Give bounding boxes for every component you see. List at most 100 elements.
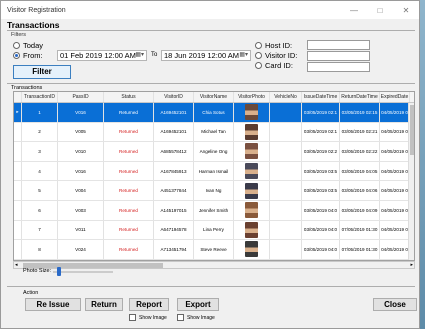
- transaction-id-cell[interactable]: 5: [22, 181, 58, 200]
- status-cell[interactable]: Returned: [104, 103, 154, 122]
- return-datetime-cell[interactable]: 07/05/2019 01:30: [340, 240, 380, 259]
- scroll-left-icon[interactable]: ◂: [15, 262, 18, 268]
- expired-date-cell[interactable]: 04/05/2019 0: [380, 142, 410, 161]
- column-header[interactable]: IssueDateTime: [302, 92, 340, 102]
- visitor-photo-cell[interactable]: [234, 122, 270, 142]
- filter-button[interactable]: Filter: [13, 65, 71, 79]
- maximize-button[interactable]: □: [367, 6, 393, 15]
- issue-datetime-cell[interactable]: 03/05/2019 02:1: [302, 103, 340, 122]
- return-datetime-cell[interactable]: 03/05/2019 04:06: [340, 181, 380, 200]
- return-datetime-cell[interactable]: 03/05/2019 04:05: [340, 161, 380, 181]
- transaction-id-cell[interactable]: 4: [22, 161, 58, 181]
- table-row[interactable]: 4 V016 Returned A167845913 Harman Ismail 03/0…: [14, 161, 414, 182]
- transaction-id-cell[interactable]: 8: [22, 240, 58, 259]
- visitor-photo-cell[interactable]: [234, 181, 270, 200]
- table-row[interactable]: 7 V011 Returned A647194578 Lina Perry 03/05/2…: [14, 220, 414, 241]
- issue-datetime-cell[interactable]: 03/05/2019 04:0: [302, 220, 340, 240]
- vehicle-no-cell[interactable]: [270, 181, 302, 200]
- table-row[interactable]: 8 V024 Returned A713451794 Steve Reeve 03/05/…: [14, 240, 414, 260]
- expired-date-cell[interactable]: 04/05/2019 0: [380, 103, 410, 122]
- report-button[interactable]: Report: [129, 298, 169, 311]
- vehicle-no-cell[interactable]: [270, 122, 302, 142]
- table-row[interactable]: 2 V005 Returned A169452101 Michael Tan 03/05/…: [14, 122, 414, 143]
- card-id-radio-button[interactable]: [255, 62, 262, 69]
- transactions-table[interactable]: TransactionID PassID Status VisitorID Vi…: [13, 91, 415, 261]
- column-header[interactable]: PassID: [58, 92, 104, 102]
- column-header[interactable]: ExpiredDate: [380, 92, 410, 102]
- host-id-input[interactable]: [307, 40, 370, 50]
- column-header[interactable]: ReturnDateTime: [340, 92, 380, 102]
- export-button[interactable]: Export: [177, 298, 219, 311]
- expired-date-cell[interactable]: 04/05/2019 0: [380, 220, 410, 240]
- visitor-id-cell[interactable]: A451377844: [154, 181, 194, 200]
- re-issue-button[interactable]: Re Issue: [25, 298, 81, 311]
- show-image-checkbox-report[interactable]: Show Image: [129, 314, 167, 321]
- issue-datetime-cell[interactable]: 03/05/2019 03:5: [302, 181, 340, 200]
- visitor-photo-cell[interactable]: [234, 161, 270, 181]
- pass-id-cell[interactable]: V024: [58, 240, 104, 259]
- column-header[interactable]: Status: [104, 92, 154, 102]
- from-radio-button[interactable]: [13, 52, 20, 59]
- card-id-radio[interactable]: Card ID:: [255, 61, 293, 70]
- checkbox-box[interactable]: [129, 314, 136, 321]
- pass-id-cell[interactable]: V004: [58, 181, 104, 200]
- vehicle-no-cell[interactable]: [270, 220, 302, 240]
- status-cell[interactable]: Returned: [104, 122, 154, 142]
- pass-id-cell[interactable]: V005: [58, 122, 104, 142]
- column-header[interactable]: VisitorID: [154, 92, 194, 102]
- visitor-id-cell[interactable]: A169452101: [154, 103, 194, 122]
- visitor-name-cell[interactable]: Lina Perry: [194, 220, 234, 240]
- today-radio-button[interactable]: [13, 42, 20, 49]
- column-header[interactable]: TransactionID: [22, 92, 58, 102]
- table-row[interactable]: ▸ 1 V016 Returned A169452101 Chia Sotus 03/05/…: [14, 103, 414, 123]
- column-header[interactable]: VisitorPhoto: [234, 92, 270, 102]
- close-button[interactable]: Close: [373, 298, 417, 311]
- visitor-id-cell[interactable]: A169452101: [154, 122, 194, 142]
- row-indicator[interactable]: ▸: [14, 103, 22, 122]
- pass-id-cell[interactable]: V003: [58, 200, 104, 220]
- column-header[interactable]: VisitorName: [194, 92, 234, 102]
- visitor-photo-cell[interactable]: [234, 200, 270, 220]
- scroll-right-icon[interactable]: ▸: [410, 262, 413, 268]
- visitor-id-cell[interactable]: A713451794: [154, 240, 194, 259]
- visitor-id-cell[interactable]: A167845913: [154, 161, 194, 181]
- status-cell[interactable]: Returned: [104, 142, 154, 161]
- close-window-button[interactable]: ✕: [393, 6, 419, 15]
- from-radio[interactable]: From:: [13, 51, 43, 60]
- vehicle-no-cell[interactable]: [270, 142, 302, 161]
- visitor-name-cell[interactable]: Angeline Ong: [194, 142, 234, 161]
- row-indicator[interactable]: [14, 200, 22, 220]
- table-row[interactable]: 5 V004 Returned A451377844 Ivan Ng 03/05/2019…: [14, 181, 414, 201]
- host-id-radio-button[interactable]: [255, 42, 262, 49]
- visitor-id-cell[interactable]: A647194578: [154, 220, 194, 240]
- expired-date-cell[interactable]: 04/05/2019 0: [380, 161, 410, 181]
- visitor-name-cell[interactable]: Harman Ismail: [194, 161, 234, 181]
- pass-id-cell[interactable]: V010: [58, 142, 104, 161]
- vehicle-no-cell[interactable]: [270, 103, 302, 122]
- row-indicator[interactable]: [14, 161, 22, 181]
- issue-datetime-cell[interactable]: 03/05/2019 02:1: [302, 122, 340, 142]
- from-date-picker[interactable]: 01 Feb 2019 12:00 AM ▦▾: [57, 50, 147, 61]
- checkbox-box[interactable]: [177, 314, 184, 321]
- pass-id-cell[interactable]: V011: [58, 220, 104, 240]
- expired-date-cell[interactable]: 04/05/2019 0: [380, 200, 410, 220]
- issue-datetime-cell[interactable]: 03/05/2019 04:0: [302, 240, 340, 259]
- visitor-photo-cell[interactable]: [234, 103, 270, 122]
- visitor-id-cell[interactable]: A145197015: [154, 200, 194, 220]
- return-datetime-cell[interactable]: 03/05/2019 02:15: [340, 103, 380, 122]
- visitor-name-cell[interactable]: Steve Reeve: [194, 240, 234, 259]
- table-row[interactable]: 6 V003 Returned A145197015 Jennifer Smith 03/…: [14, 200, 414, 221]
- calendar-icon[interactable]: ▦▾: [239, 51, 248, 60]
- return-datetime-cell[interactable]: 03/05/2019 02:22: [340, 142, 380, 161]
- expired-date-cell[interactable]: 04/05/2019 0: [380, 240, 410, 259]
- pass-id-cell[interactable]: V016: [58, 103, 104, 122]
- photo-size-slider-track[interactable]: [53, 271, 113, 273]
- row-indicator[interactable]: [14, 142, 22, 161]
- transaction-id-cell[interactable]: 3: [22, 142, 58, 161]
- row-indicator[interactable]: [14, 240, 22, 259]
- row-indicator[interactable]: [14, 181, 22, 200]
- visitor-id-input[interactable]: [307, 51, 370, 61]
- return-button[interactable]: Return: [85, 298, 123, 311]
- status-cell[interactable]: Returned: [104, 161, 154, 181]
- vehicle-no-cell[interactable]: [270, 161, 302, 181]
